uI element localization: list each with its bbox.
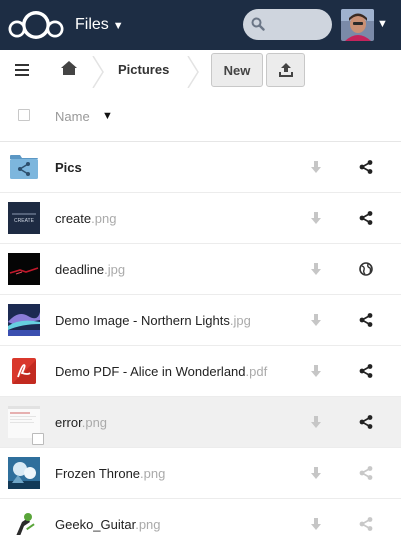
folder-row[interactable]: Pics [0, 142, 401, 193]
upload-button[interactable] [266, 53, 305, 87]
share-icon[interactable] [358, 312, 374, 328]
user-avatar[interactable] [341, 9, 374, 41]
file-basename: Demo Image - Northern Lights [55, 313, 230, 328]
thumb-create-text: CREATE [14, 218, 35, 224]
file-row[interactable]: Geeko_Guitar.png [0, 499, 401, 535]
download-icon[interactable] [308, 363, 324, 379]
download-icon[interactable] [308, 261, 324, 277]
share-icon[interactable] [358, 363, 374, 379]
download-icon[interactable] [308, 312, 324, 328]
file-basename: Demo PDF - Alice in Wonderland [55, 364, 246, 379]
download-icon[interactable] [308, 210, 324, 226]
file-name[interactable]: Frozen Throne.png [55, 466, 165, 481]
sort-descending-icon[interactable]: ▼ [102, 110, 113, 122]
search-icon [251, 17, 265, 31]
search-box[interactable] [243, 9, 332, 40]
file-row[interactable]: Frozen Throne.png [0, 448, 401, 499]
file-extension: .png [91, 211, 117, 226]
file-list: Pics CREATE create.png deadline.jpg Demo Ima… [0, 142, 401, 535]
file-row[interactable]: Demo PDF - Alice in Wonderland.pdf [0, 346, 401, 397]
search-input[interactable] [269, 15, 327, 34]
home-icon[interactable] [60, 59, 78, 77]
breadcrumb-current[interactable]: Pictures [118, 62, 169, 77]
file-extension: .pdf [245, 364, 268, 379]
new-button[interactable]: New [211, 53, 263, 87]
file-extension: .jpg [229, 313, 251, 328]
file-row[interactable]: error.png [0, 397, 401, 448]
file-thumbnail[interactable] [8, 253, 40, 285]
file-basename: error [55, 415, 82, 430]
file-basename: Geeko_Guitar [55, 517, 136, 532]
file-extension: .png [81, 415, 108, 430]
share-icon[interactable] [358, 159, 374, 175]
file-name[interactable]: error.png [55, 415, 107, 430]
app-title: Files [75, 16, 109, 33]
breadcrumb-separator-icon [92, 56, 104, 88]
row-select-checkbox[interactable] [32, 433, 44, 445]
file-extension: .jpg [104, 262, 126, 277]
file-basename: create [55, 211, 92, 226]
file-name[interactable]: create.png [55, 211, 116, 226]
file-thumbnail[interactable]: CREATE [8, 202, 40, 234]
file-basename: deadline [55, 262, 105, 277]
breadcrumb-separator-icon [187, 56, 199, 88]
file-thumbnail[interactable] [8, 457, 40, 489]
share-icon[interactable] [358, 516, 374, 532]
file-name[interactable]: Demo Image - Northern Lights.jpg [55, 313, 251, 328]
app-menu[interactable]: Files ▼ [75, 0, 124, 50]
file-basename: Frozen Throne [55, 466, 141, 481]
share-icon[interactable] [358, 414, 374, 430]
share-icon[interactable] [358, 210, 374, 226]
download-icon[interactable] [308, 414, 324, 430]
file-extension: .png [135, 517, 161, 532]
download-icon[interactable] [308, 465, 324, 481]
file-basename: Pics [55, 160, 82, 175]
top-header: Files ▼ ▼ [0, 0, 401, 50]
file-list-header: Name ▼ [0, 94, 401, 142]
file-name[interactable]: Demo PDF - Alice in Wonderland.pdf [55, 364, 267, 379]
upload-icon [279, 63, 293, 77]
file-name[interactable]: Pics [55, 160, 82, 175]
file-extension: .png [140, 466, 166, 481]
file-row[interactable]: CREATE create.png [0, 193, 401, 244]
download-icon[interactable] [308, 516, 324, 532]
file-row[interactable]: deadline.jpg [0, 244, 401, 295]
share-icon[interactable] [358, 465, 374, 481]
file-name[interactable]: deadline.jpg [55, 262, 125, 277]
shared-folder-icon[interactable] [8, 151, 40, 183]
file-name[interactable]: Geeko_Guitar.png [55, 517, 161, 532]
controls-bar: Pictures New [0, 50, 401, 94]
navigation-toggle-icon[interactable] [14, 62, 30, 78]
pdf-file-icon[interactable] [8, 355, 40, 387]
user-menu-caret-icon[interactable]: ▼ [377, 18, 388, 30]
app-menu-caret-icon: ▼ [112, 19, 124, 32]
cloud-logo-icon[interactable] [5, 7, 67, 43]
file-row[interactable]: Demo Image - Northern Lights.jpg [0, 295, 401, 346]
download-icon[interactable] [308, 159, 324, 175]
file-thumbnail[interactable] [8, 304, 40, 336]
select-all-checkbox[interactable] [18, 109, 30, 121]
public-link-icon[interactable] [358, 261, 374, 277]
name-column-header[interactable]: Name [55, 109, 90, 124]
file-thumbnail[interactable] [8, 508, 40, 535]
